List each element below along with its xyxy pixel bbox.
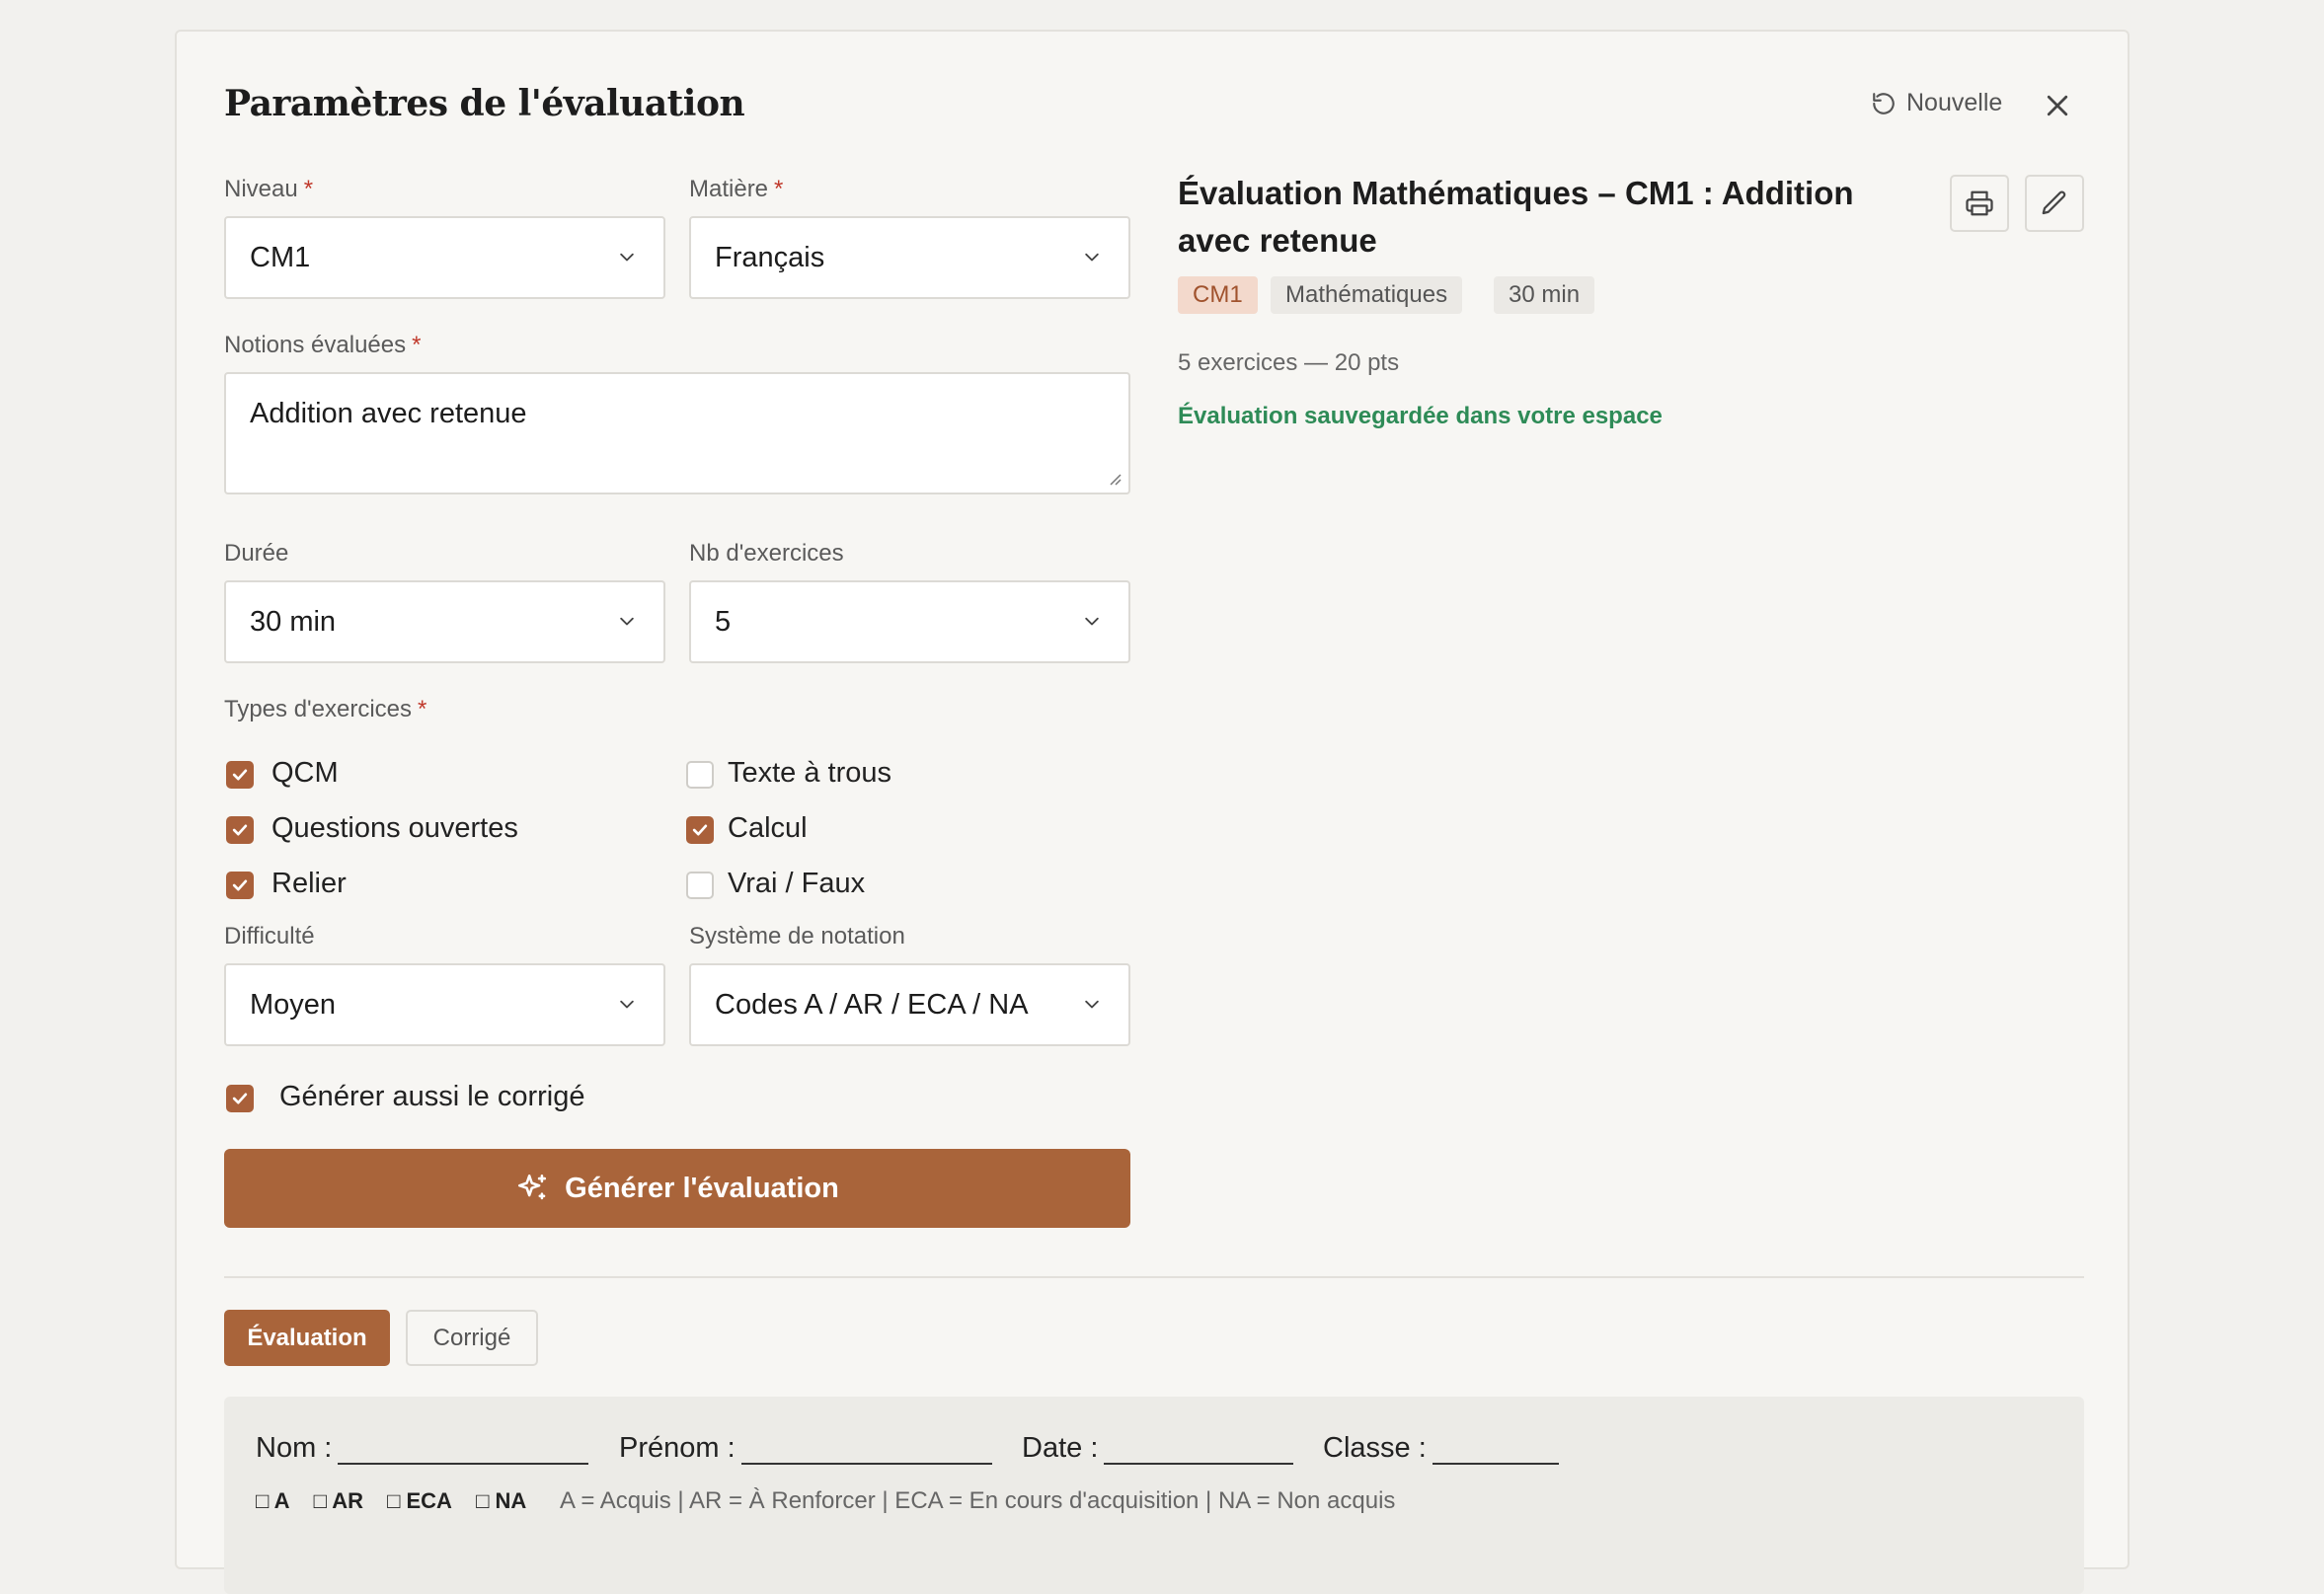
date-field: Date : — [1022, 1432, 1294, 1465]
evaluation-title: Évaluation Mathématiques – CM1 : Additio… — [1178, 175, 1854, 259]
generate-button-label: Générer l'évaluation — [565, 1172, 839, 1204]
evaluation-settings-panel: Paramètres de l'évaluation Nouvelle Nive… — [175, 30, 2130, 1594]
check-icon — [232, 879, 248, 891]
type-checkbox[interactable] — [686, 872, 714, 899]
print-button[interactable] — [1950, 175, 2009, 232]
chip-duree: 30 min — [1494, 276, 1595, 314]
duree-select[interactable]: 30 min — [224, 580, 665, 663]
check-icon — [232, 824, 248, 836]
notions-label: Notions évaluées * — [224, 332, 422, 358]
chip-matiere: Mathématiques — [1271, 276, 1463, 314]
notions-textarea[interactable]: Addition avec retenue — [224, 372, 1130, 494]
chevron-down-icon — [1085, 1000, 1099, 1009]
niveau-value: CM1 — [250, 241, 311, 273]
notation-value: Codes A / AR / ECA / NA — [715, 988, 1029, 1021]
types-label: Types d'exercices * — [224, 696, 427, 722]
notation-label: Système de notation — [689, 923, 905, 949]
duree-label: Durée — [224, 540, 289, 567]
corrige-checkbox[interactable] — [226, 1085, 254, 1112]
evaluation-sheet: Nom : Prénom : Date : Classe : □ A □ AR … — [224, 1397, 2084, 1594]
prenom-field: Prénom : — [619, 1432, 992, 1465]
required-mark: * — [303, 176, 314, 202]
edit-button[interactable] — [2025, 175, 2084, 232]
page-title: Paramètres de l'évaluation — [224, 83, 745, 124]
classe-blank — [1432, 1433, 1559, 1465]
type-checkbox[interactable] — [686, 816, 714, 844]
type-checkbox[interactable] — [686, 761, 714, 789]
check-icon — [232, 1093, 248, 1104]
chevron-down-icon — [620, 1000, 634, 1009]
chevron-down-icon — [620, 617, 634, 626]
chevron-down-icon — [1085, 617, 1099, 626]
difficulte-label: Difficulté — [224, 923, 315, 949]
nom-field: Nom : — [256, 1432, 589, 1465]
close-icon[interactable] — [2043, 91, 2072, 120]
prenom-blank — [740, 1433, 992, 1465]
nb-exercices-label: Nb d'exercices — [689, 540, 844, 567]
chevron-down-icon — [1085, 253, 1099, 262]
matiere-value: Français — [715, 241, 825, 273]
pencil-icon — [2042, 190, 2066, 215]
difficulte-select[interactable]: Moyen — [224, 963, 665, 1046]
nb-exercices-value: 5 — [715, 605, 732, 638]
type-label: Questions ouvertes — [271, 812, 518, 844]
required-mark: * — [418, 696, 427, 722]
type-checkbox[interactable] — [226, 761, 254, 789]
duree-value: 30 min — [250, 605, 337, 638]
chevron-down-icon — [620, 253, 634, 262]
code-ar: □ AR — [313, 1488, 363, 1513]
type-checkbox[interactable] — [226, 872, 254, 899]
check-icon — [692, 824, 708, 836]
resize-handle-icon[interactable] — [1107, 471, 1123, 487]
required-mark: * — [412, 332, 422, 358]
difficulte-value: Moyen — [250, 988, 337, 1021]
new-button-label: Nouvelle — [1906, 89, 2003, 116]
chip-niveau: CM1 — [1178, 276, 1258, 314]
refresh-icon — [1873, 92, 1895, 114]
code-eca: □ ECA — [387, 1488, 452, 1513]
matiere-select[interactable]: Français — [689, 216, 1130, 299]
nom-blank — [338, 1433, 589, 1465]
tab-evaluation[interactable]: Évaluation — [224, 1310, 390, 1366]
codes-legend: A = Acquis | AR = À Renforcer | ECA = En… — [560, 1487, 1396, 1514]
code-a: □ A — [256, 1488, 290, 1513]
type-label: QCM — [271, 757, 339, 789]
evaluation-meta: 5 exercices — 20 pts — [1178, 349, 1400, 376]
printer-icon — [1966, 190, 1993, 216]
niveau-select[interactable]: CM1 — [224, 216, 665, 299]
divider — [224, 1276, 2084, 1278]
required-mark: * — [774, 176, 784, 202]
type-label: Calcul — [728, 812, 808, 844]
notions-value: Addition avec retenue — [250, 398, 527, 429]
niveau-label: Niveau * — [224, 176, 314, 202]
type-label: Relier — [271, 868, 347, 899]
code-na: □ NA — [476, 1488, 527, 1513]
check-icon — [232, 769, 248, 781]
matiere-label: Matière * — [689, 176, 784, 202]
new-button[interactable]: Nouvelle — [1871, 89, 2002, 117]
nb-exercices-select[interactable]: 5 — [689, 580, 1130, 663]
classe-field: Classe : — [1323, 1432, 1559, 1465]
type-label: Vrai / Faux — [728, 868, 866, 899]
date-blank — [1104, 1433, 1294, 1465]
tab-corrige[interactable]: Corrigé — [406, 1310, 538, 1366]
corrige-label: Générer aussi le corrigé — [279, 1081, 585, 1112]
generate-button[interactable]: Générer l'évaluation — [224, 1149, 1130, 1228]
sparkles-icon — [518, 1174, 547, 1200]
type-label: Texte à trous — [728, 757, 892, 789]
code-boxes: □ A □ AR □ ECA □ NA — [256, 1488, 544, 1514]
type-checkbox[interactable] — [226, 816, 254, 844]
saved-status: Évaluation sauvegardée dans votre espace — [1178, 403, 1663, 429]
notation-select[interactable]: Codes A / AR / ECA / NA — [689, 963, 1130, 1046]
